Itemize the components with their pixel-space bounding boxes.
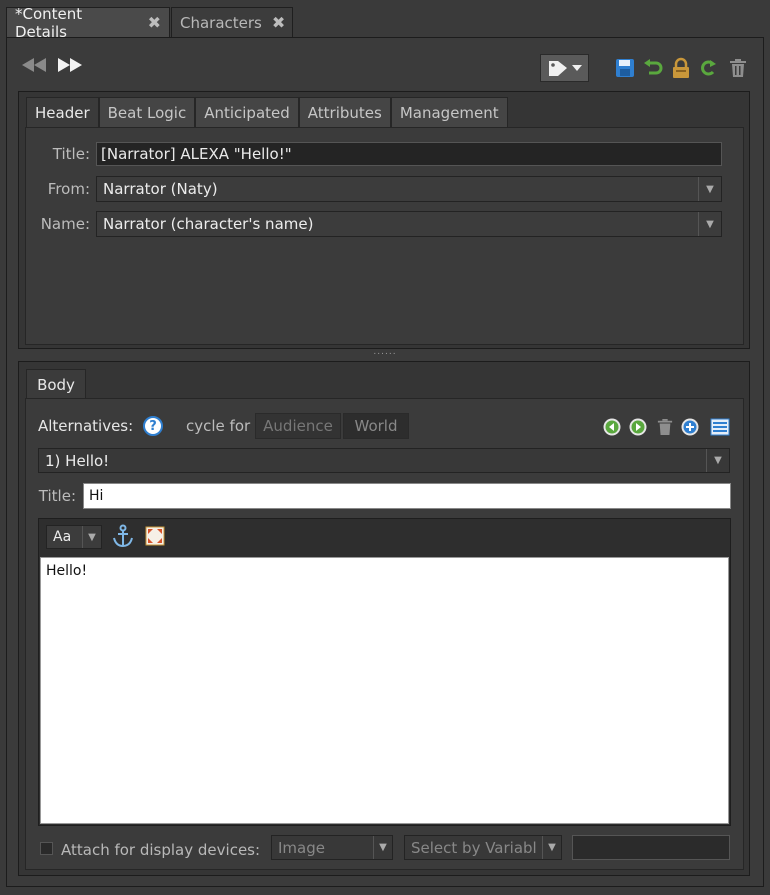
body-title-input[interactable]: Hi (83, 483, 731, 509)
trash-icon[interactable] (727, 57, 749, 79)
previous-alternative-icon[interactable] (602, 417, 622, 437)
expand-icon[interactable] (144, 525, 166, 547)
chevron-down-icon[interactable]: ▼ (373, 836, 392, 859)
world-toggle[interactable]: World (343, 413, 409, 439)
previous-icon[interactable] (20, 54, 48, 76)
name-select[interactable]: Narrator (character's name) ▼ (96, 211, 722, 237)
tab-attributes[interactable]: Attributes (298, 97, 391, 128)
font-style-label: Aa (53, 529, 72, 545)
alternative-select[interactable]: 1) Hello! ▼ (38, 448, 730, 473)
anchor-icon[interactable] (111, 523, 135, 549)
chevron-down-icon[interactable]: ▼ (82, 526, 101, 548)
tab-header[interactable]: Header (26, 97, 99, 128)
variable-input[interactable] (572, 835, 730, 860)
revert-icon[interactable] (642, 57, 664, 79)
list-view-icon[interactable] (709, 417, 731, 437)
tab-label: Characters (180, 13, 262, 32)
attach-label: Attach for display devices: (61, 841, 261, 859)
tab-beat-logic[interactable]: Beat Logic (98, 97, 196, 128)
tab-body[interactable]: Body (26, 369, 86, 399)
close-icon[interactable]: ✖ (148, 13, 161, 32)
next-icon[interactable] (56, 54, 84, 76)
body-title-label: Title: (38, 487, 76, 505)
attach-checkbox[interactable] (40, 842, 53, 855)
lock-icon[interactable] (669, 56, 693, 80)
save-icon[interactable] (614, 57, 636, 79)
chevron-down-icon[interactable]: ▼ (698, 212, 721, 236)
tag-icon (549, 61, 567, 76)
chevron-down-icon (572, 65, 582, 71)
tab-anticipated[interactable]: Anticipated (195, 97, 299, 128)
tab-characters[interactable]: Characters ✖ (171, 7, 293, 37)
add-alternative-icon[interactable] (680, 417, 700, 437)
variable-select-value: Select by Variabl (411, 838, 537, 857)
name-select-value: Narrator (character's name) (103, 215, 314, 233)
text-editor[interactable]: Hello! (40, 557, 729, 824)
close-icon[interactable]: ✖ (272, 13, 285, 32)
delete-alternative-icon[interactable] (655, 417, 675, 437)
image-select[interactable]: Image ▼ (271, 835, 393, 860)
from-select-value: Narrator (Naty) (103, 180, 218, 198)
chevron-down-icon[interactable]: ▼ (698, 177, 721, 201)
cycle-label: cycle for (186, 417, 251, 435)
audience-toggle[interactable]: Audience (255, 413, 341, 439)
title-label: Title: (52, 145, 90, 163)
alternative-select-value: 1) Hello! (45, 451, 110, 470)
variable-select[interactable]: Select by Variabl ▼ (404, 835, 562, 860)
chevron-down-icon[interactable]: ▼ (542, 836, 561, 859)
tab-management[interactable]: Management (390, 97, 508, 128)
from-label: From: (47, 180, 90, 198)
help-icon[interactable]: ? (143, 416, 163, 436)
next-alternative-icon[interactable] (628, 417, 648, 437)
image-select-value: Image (278, 838, 325, 857)
tag-menu-button[interactable] (540, 54, 589, 82)
from-select[interactable]: Narrator (Naty) ▼ (96, 176, 722, 202)
name-label: Name: (40, 215, 90, 233)
chevron-down-icon[interactable]: ▼ (706, 449, 729, 472)
splitter-handle[interactable]: ...... (372, 347, 398, 359)
font-style-button[interactable]: Aa ▼ (46, 525, 102, 549)
tab-label: *Content Details (15, 4, 83, 41)
title-field[interactable]: [Narrator] ALEXA "Hello!" (96, 142, 722, 166)
refresh-icon[interactable] (697, 57, 719, 79)
header-tabs: Header Beat Logic Anticipated Attributes… (26, 97, 508, 128)
alternatives-label: Alternatives: (38, 417, 134, 435)
help-icon-glyph: ? (149, 418, 157, 434)
tab-content-details[interactable]: *Content Details ✖ (6, 5, 170, 41)
